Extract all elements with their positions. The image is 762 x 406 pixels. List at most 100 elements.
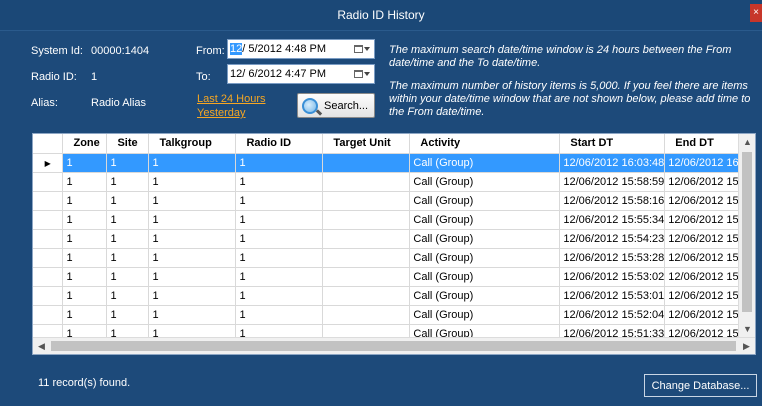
cell-zone[interactable]: 1 — [62, 305, 108, 325]
row-header[interactable] — [33, 267, 64, 287]
cell-start[interactable]: 12/06/2012 15:53:01 — [559, 286, 666, 306]
row-header[interactable] — [33, 191, 64, 211]
cell-activity[interactable]: Call (Group) — [409, 248, 561, 268]
cell-zone[interactable]: 1 — [62, 248, 108, 268]
horizontal-scroll-thumb[interactable] — [51, 341, 736, 351]
cell-talkgroup[interactable]: 1 — [148, 267, 237, 287]
cell-start[interactable]: 12/06/2012 15:58:59 — [559, 172, 666, 192]
cell-zone[interactable]: 1 — [62, 153, 108, 173]
cell-zone[interactable]: 1 — [62, 210, 108, 230]
cell-start[interactable]: 12/06/2012 15:53:28 — [559, 248, 666, 268]
cell-target-unit[interactable] — [322, 248, 411, 268]
cell-start[interactable]: 12/06/2012 15:53:02 — [559, 267, 666, 287]
column-header-start-dt[interactable]: Start DT — [559, 134, 666, 154]
cell-zone[interactable]: 1 — [62, 191, 108, 211]
cell-radio-id[interactable]: 1 — [235, 229, 324, 249]
cell-talkgroup[interactable]: 1 — [148, 172, 237, 192]
history-grid[interactable]: Zone Site Talkgroup Radio ID Target Unit… — [32, 133, 756, 355]
column-header-target-unit[interactable]: Target Unit — [322, 134, 411, 154]
vertical-scroll-thumb[interactable] — [742, 152, 752, 312]
cell-activity[interactable]: Call (Group) — [409, 267, 561, 287]
cell-activity[interactable]: Call (Group) — [409, 229, 561, 249]
cell-target-unit[interactable] — [322, 229, 411, 249]
row-header[interactable] — [33, 229, 64, 249]
cell-site[interactable]: 1 — [106, 248, 150, 268]
cell-site[interactable]: 1 — [106, 229, 150, 249]
cell-talkgroup[interactable]: 1 — [148, 191, 237, 211]
row-header[interactable] — [33, 286, 64, 306]
vertical-scrollbar[interactable]: ▲ ▼ — [738, 134, 755, 338]
cell-radio-id[interactable]: 1 — [235, 153, 324, 173]
row-header[interactable] — [33, 248, 64, 268]
table-row[interactable]: 1 1 1 1 Call (Group) 12/06/2012 15:55:34 12/06… — [33, 210, 755, 230]
cell-zone[interactable]: 1 — [62, 172, 108, 192]
cell-activity[interactable]: Call (Group) — [409, 172, 561, 192]
scroll-left-icon[interactable]: ◀ — [33, 338, 50, 354]
close-icon[interactable]: × — [750, 4, 762, 22]
cell-activity[interactable]: Call (Group) — [409, 305, 561, 325]
column-header-zone[interactable]: Zone — [62, 134, 108, 154]
horizontal-scrollbar[interactable]: ◀ ▶ — [33, 337, 755, 354]
scroll-down-icon[interactable]: ▼ — [739, 321, 755, 338]
column-header-activity[interactable]: Activity — [409, 134, 561, 154]
cell-radio-id[interactable]: 1 — [235, 305, 324, 325]
cell-talkgroup[interactable]: 1 — [148, 229, 237, 249]
cell-site[interactable]: 1 — [106, 210, 150, 230]
cell-activity[interactable]: Call (Group) — [409, 153, 561, 173]
cell-talkgroup[interactable]: 1 — [148, 248, 237, 268]
cell-talkgroup[interactable]: 1 — [148, 210, 237, 230]
column-header-talkgroup[interactable]: Talkgroup — [148, 134, 237, 154]
cell-zone[interactable]: 1 — [62, 267, 108, 287]
row-header[interactable]: ▶ — [33, 153, 64, 173]
table-row[interactable]: 1 1 1 1 Call (Group) 12/06/2012 15:52:04 12/06… — [33, 305, 755, 325]
scroll-right-icon[interactable]: ▶ — [738, 338, 755, 354]
column-header-radio-id[interactable]: Radio ID — [235, 134, 324, 154]
cell-start[interactable]: 12/06/2012 16:03:48 — [559, 153, 666, 173]
cell-site[interactable]: 1 — [106, 191, 150, 211]
table-row[interactable]: 1 1 1 1 Call (Group) 12/06/2012 15:53:01 12/06… — [33, 286, 755, 306]
cell-target-unit[interactable] — [322, 286, 411, 306]
search-button[interactable]: Search... — [297, 93, 375, 118]
cell-talkgroup[interactable]: 1 — [148, 153, 237, 173]
calendar-dropdown-icon[interactable] — [352, 67, 372, 81]
table-row[interactable]: ▶ 1 1 1 1 Call (Group) 12/06/2012 16:03:48 12/0… — [33, 153, 755, 173]
cell-activity[interactable]: Call (Group) — [409, 210, 561, 230]
calendar-dropdown-icon[interactable] — [352, 42, 372, 56]
yesterday-link[interactable]: Yesterday — [197, 107, 246, 119]
cell-target-unit[interactable] — [322, 305, 411, 325]
cell-zone[interactable]: 1 — [62, 286, 108, 306]
cell-target-unit[interactable] — [322, 191, 411, 211]
cell-radio-id[interactable]: 1 — [235, 267, 324, 287]
cell-start[interactable]: 12/06/2012 15:55:34 — [559, 210, 666, 230]
cell-radio-id[interactable]: 1 — [235, 286, 324, 306]
cell-activity[interactable]: Call (Group) — [409, 286, 561, 306]
cell-radio-id[interactable]: 1 — [235, 248, 324, 268]
table-row[interactable]: 1 1 1 1 Call (Group) 12/06/2012 15:58:59 12/06… — [33, 172, 755, 192]
cell-radio-id[interactable]: 1 — [235, 210, 324, 230]
column-header-site[interactable]: Site — [106, 134, 150, 154]
row-header[interactable] — [33, 305, 64, 325]
cell-talkgroup[interactable]: 1 — [148, 305, 237, 325]
cell-start[interactable]: 12/06/2012 15:54:23 — [559, 229, 666, 249]
cell-start[interactable]: 12/06/2012 15:58:16 — [559, 191, 666, 211]
cell-target-unit[interactable] — [322, 267, 411, 287]
cell-site[interactable]: 1 — [106, 286, 150, 306]
last-24-hours-link[interactable]: Last 24 Hours — [197, 93, 265, 105]
row-header[interactable] — [33, 210, 64, 230]
table-row[interactable]: 1 1 1 1 Call (Group) 12/06/2012 15:54:23 12/06… — [33, 229, 755, 249]
from-datetime-picker[interactable]: 12/ 5/2012 4:48 PM — [227, 39, 375, 59]
cell-activity[interactable]: Call (Group) — [409, 191, 561, 211]
row-header[interactable] — [33, 172, 64, 192]
cell-target-unit[interactable] — [322, 153, 411, 173]
cell-zone[interactable]: 1 — [62, 229, 108, 249]
cell-site[interactable]: 1 — [106, 153, 150, 173]
cell-radio-id[interactable]: 1 — [235, 172, 324, 192]
cell-start[interactable]: 12/06/2012 15:52:04 — [559, 305, 666, 325]
table-row[interactable]: 1 1 1 1 Call (Group) 12/06/2012 15:53:28 12/06… — [33, 248, 755, 268]
table-row[interactable]: 1 1 1 1 Call (Group) 12/06/2012 15:58:16 12/06… — [33, 191, 755, 211]
cell-site[interactable]: 1 — [106, 172, 150, 192]
to-datetime-picker[interactable]: 12/ 6/2012 4:47 PM — [227, 64, 375, 84]
cell-target-unit[interactable] — [322, 172, 411, 192]
cell-site[interactable]: 1 — [106, 267, 150, 287]
cell-site[interactable]: 1 — [106, 305, 150, 325]
